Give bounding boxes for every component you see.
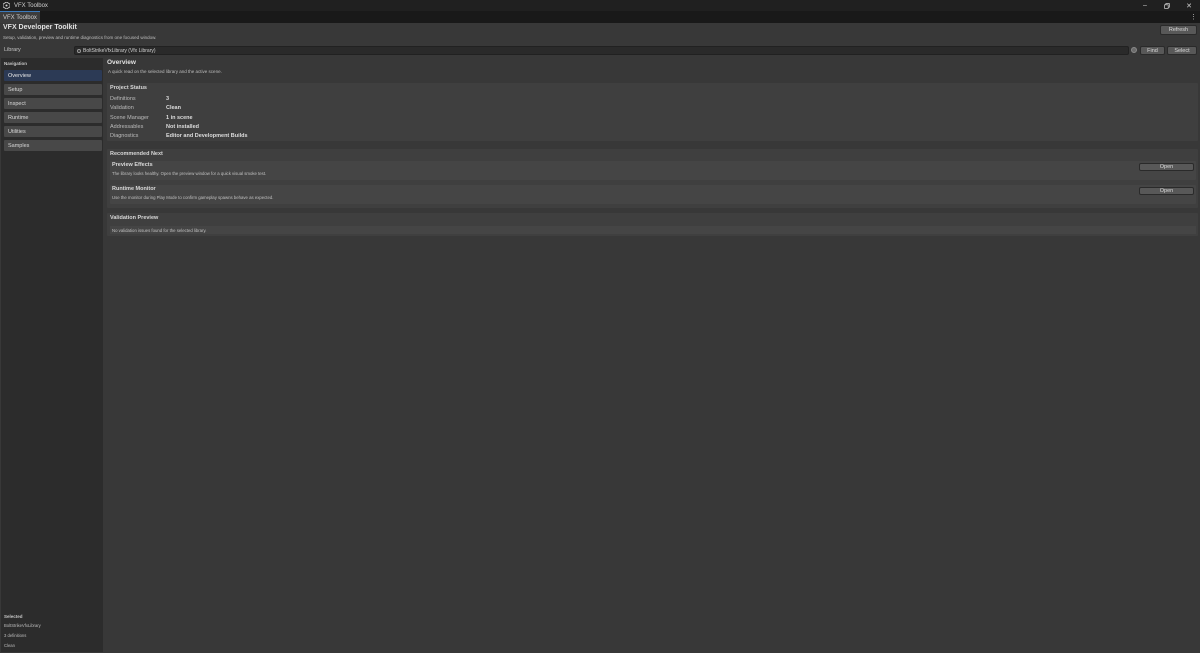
recommended-title: Recommended Next [110, 151, 163, 157]
recommend-description: The library looks healthy. Open the prev… [112, 171, 267, 176]
sidebar-item-samples[interactable]: Samples [4, 140, 102, 151]
sidebar-item-overview[interactable]: Overview [4, 70, 102, 81]
validation-message: No validation issues found for the selec… [110, 226, 1196, 234]
recommend-preview-effects: Preview Effects The library looks health… [110, 161, 1196, 180]
sidebar-item-utilities[interactable]: Utilities [4, 126, 102, 137]
object-picker-icon[interactable] [1131, 47, 1137, 53]
main-panel: Overview A quick read on the selected li… [105, 58, 1198, 652]
library-label: Library [4, 47, 21, 53]
definitions-label: Definitions [110, 96, 136, 102]
recommend-title: Preview Effects [112, 162, 153, 168]
selected-header: Selected [4, 614, 23, 619]
open-preview-button[interactable]: Open [1139, 163, 1194, 171]
selected-definitions: 3 definitions [4, 633, 27, 638]
overview-subtitle: A quick read on the selected library and… [108, 69, 222, 74]
addressables-value: Not installed [166, 124, 200, 130]
sidebar-item-setup[interactable]: Setup [4, 84, 102, 95]
object-icon [77, 48, 81, 53]
window-title: VFX Toolbox [14, 2, 48, 9]
nav-header: Navigation [4, 61, 28, 66]
toolkit-header: VFX Developer Toolkit Setup, validation,… [0, 23, 1200, 45]
validation-label: Validation [110, 105, 134, 111]
addressables-label: Addressables [110, 124, 144, 130]
selected-status: Clean [4, 643, 15, 648]
recommend-runtime-monitor: Runtime Monitor Use the monitor during P… [110, 185, 1196, 204]
recommend-description: Use the monitor during Play Mode to conf… [112, 195, 274, 200]
library-value: BoltStrikeVfxLibrary (Vfx Library) [83, 47, 156, 54]
library-bar: Library BoltStrikeVfxLibrary (Vfx Librar… [0, 46, 1200, 56]
library-object-field[interactable]: BoltStrikeVfxLibrary (Vfx Library) [74, 46, 1129, 55]
selected-name: BoltStrikeVfxLibrary [4, 623, 41, 628]
minimize-icon[interactable]: – [1134, 0, 1156, 11]
close-icon[interactable]: ✕ [1178, 0, 1200, 11]
project-status-card: Project Status Definitions 3 Validation … [107, 83, 1198, 141]
window-controls: – ✕ [1134, 0, 1200, 11]
select-button[interactable]: Select [1167, 46, 1197, 55]
tab-strip: VFX Toolbox ⋮ [0, 11, 1200, 23]
find-button[interactable]: Find [1140, 46, 1165, 55]
restore-icon[interactable] [1156, 0, 1178, 11]
project-status-title: Project Status [110, 85, 147, 91]
validation-preview-card: Validation Preview No validation issues … [107, 213, 1198, 236]
sidebar-item-runtime[interactable]: Runtime [4, 112, 102, 123]
diagnostics-value: Editor and Development Builds [166, 133, 248, 139]
unity-logo-icon [3, 2, 10, 9]
title-bar: VFX Toolbox – ✕ [0, 0, 1200, 11]
validation-preview-title: Validation Preview [110, 215, 159, 221]
open-monitor-button[interactable]: Open [1139, 187, 1194, 195]
page-subtitle: Setup, validation, preview and runtime d… [3, 35, 157, 40]
more-options-icon[interactable]: ⋮ [1190, 11, 1197, 23]
scene-manager-value: 1 in scene [166, 115, 193, 121]
recommend-title: Runtime Monitor [112, 186, 156, 192]
refresh-button[interactable]: Refresh [1160, 25, 1197, 35]
sidebar-item-inspect[interactable]: Inspect [4, 98, 102, 109]
diagnostics-label: Diagnostics [110, 133, 139, 139]
overview-title: Overview [107, 59, 136, 66]
tab-vfx-toolbox[interactable]: VFX Toolbox [0, 11, 40, 23]
definitions-value: 3 [166, 96, 170, 102]
sidebar: Navigation Overview Setup Inspect Runtim… [1, 58, 103, 652]
scene-manager-label: Scene Manager [110, 115, 149, 121]
recommended-card: Recommended Next Preview Effects The lib… [107, 149, 1198, 208]
validation-value: Clean [166, 105, 181, 111]
page-title: VFX Developer Toolkit [3, 24, 77, 31]
